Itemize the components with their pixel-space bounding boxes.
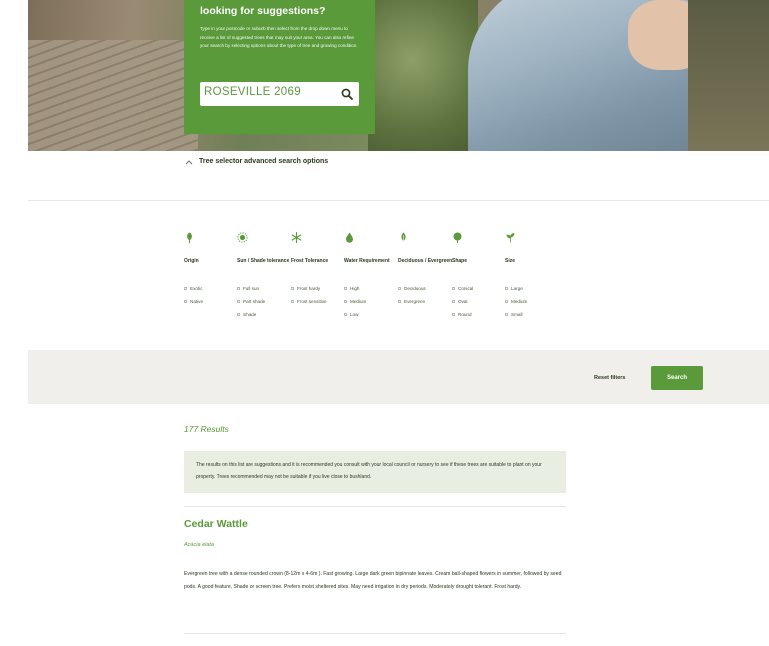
option-label: Exotic [190,286,203,291]
checkbox[interactable] [291,287,294,290]
option-label: Frost sensitive [297,299,327,304]
filter-shape: Shape Conical Oval Round [452,232,512,321]
checkbox[interactable] [398,300,401,303]
filter-heading: Origin [184,258,199,264]
option-label: Deciduous [404,286,426,291]
sun-icon [237,232,248,243]
filter-option-full-sun[interactable]: Full sun [237,282,297,295]
checkbox[interactable] [184,300,187,303]
filter-option-medium[interactable]: Medium [344,295,404,308]
checkbox[interactable] [452,300,455,303]
checkbox[interactable] [237,313,240,316]
checkbox[interactable] [505,300,508,303]
filter-option-low[interactable]: Low [344,308,404,321]
checkbox[interactable] [344,287,347,290]
filter-option-native[interactable]: Native [184,295,244,308]
filter-heading: Sun / Shade tolerance [237,258,290,264]
checkbox[interactable] [291,300,294,303]
section-divider [28,200,769,201]
search-icon[interactable] [341,88,353,100]
filter-option-exotic[interactable]: Exotic [184,282,244,295]
option-label: Conical [458,286,474,291]
checkbox[interactable] [344,313,347,316]
filter-option-conical[interactable]: Conical [452,282,512,295]
result-description: Evergreen tree with a dense rounded crow… [184,571,562,590]
filter-panel: Origin Exotic Native Sun / Shade toleran… [184,231,584,362]
filter-option-large[interactable]: Large [505,282,565,295]
suggestion-search-panel: looking for suggestions? Type in your po… [184,0,375,134]
checkbox[interactable] [344,300,347,303]
option-label: Full sun [243,286,260,291]
search-button[interactable]: Search [651,366,703,390]
checkbox[interactable] [505,287,508,290]
filter-size: Size Large Medium Small [505,232,565,321]
filter-option-deciduous[interactable]: Deciduous [398,282,458,295]
filter-option-evergreen[interactable]: Evergreen [398,295,458,308]
option-label: Large [511,286,523,291]
chevron-up-icon [185,159,193,164]
results-count: 177 Results [184,424,229,434]
option-label: Shade [243,312,257,317]
results-notice: The results on this list are suggestions… [184,451,566,493]
tree-icon [187,232,192,243]
option-label: Frost hardy [297,286,321,291]
filter-option-oval[interactable]: Oval [452,295,512,308]
option-label: Oval [458,299,468,304]
filter-origin: Origin Exotic Native [184,232,244,308]
checkbox[interactable] [505,313,508,316]
filter-option-small[interactable]: Small [505,308,565,321]
checkbox[interactable] [452,313,455,316]
filter-option-round[interactable]: Round [452,308,512,321]
option-label: Low [350,312,359,317]
option-label: High [350,286,360,291]
water-drop-icon [346,232,353,243]
checkbox[interactable] [452,287,455,290]
search-panel-title: looking for suggestions? [200,5,326,17]
filter-heading: Deciduous / Evergreen [398,258,453,264]
option-label: Small [511,312,523,317]
result-divider [184,633,566,634]
advanced-search-label: Tree selector advanced search options [199,158,329,165]
filter-heading: Shape [452,258,468,264]
advanced-search-toggle[interactable]: Tree selector advanced search options [185,158,328,165]
option-label: Round [458,312,472,317]
filter-option-frost-sensitive[interactable]: Frost sensitive [291,295,351,308]
filter-option-part-shade[interactable]: Part shade [237,295,297,308]
option-label: Medium [350,299,367,304]
checkbox[interactable] [184,287,187,290]
hero-image-background [688,0,769,151]
filter-option-high[interactable]: High [344,282,404,295]
checkbox[interactable] [237,287,240,290]
hero-banner [28,0,769,151]
option-label: Native [190,299,204,304]
hero-image-boardwalk [28,40,198,151]
filter-option-shade[interactable]: Shade [237,308,297,321]
checkbox[interactable] [398,287,401,290]
filter-heading: Size [505,258,516,264]
filter-heading: Water Requirement [344,258,390,264]
filter-option-medium-size[interactable]: Medium [505,295,565,308]
search-panel-description: Type in your postcode or suburb then sel… [200,26,358,49]
postcode-search-input[interactable]: ROSEVILLE 2069 [200,82,359,106]
result-scientific-name: Acacia elata [184,542,214,548]
snowflake-icon [291,231,302,244]
filter-water-requirement: Water Requirement High Medium Low [344,232,404,321]
tree-shape-icon [453,232,462,243]
sprout-icon [506,233,515,243]
filter-deciduous-evergreen: Deciduous / Evergreen Deciduous Evergree… [398,232,458,308]
filter-sun-shade: Sun / Shade tolerance Full sun Part shad… [237,232,297,321]
leaf-icon [401,232,406,243]
reset-filters-link[interactable]: Reset filters [594,375,626,381]
filter-frost-tolerance: Frost Tolerance Frost hardy Frost sensit… [291,231,351,308]
result-tree-name[interactable]: Cedar Wattle [184,518,248,530]
checkbox[interactable] [237,300,240,303]
postcode-search-value: ROSEVILLE 2069 [204,86,301,98]
option-label: Part shade [243,299,266,304]
option-label: Evergreen [404,299,426,304]
hero-image-foliage [368,0,478,151]
option-label: Medium [511,299,528,304]
result-divider [184,506,566,507]
filter-option-frost-hardy[interactable]: Frost hardy [291,282,351,295]
filter-heading: Frost Tolerance [291,258,329,264]
